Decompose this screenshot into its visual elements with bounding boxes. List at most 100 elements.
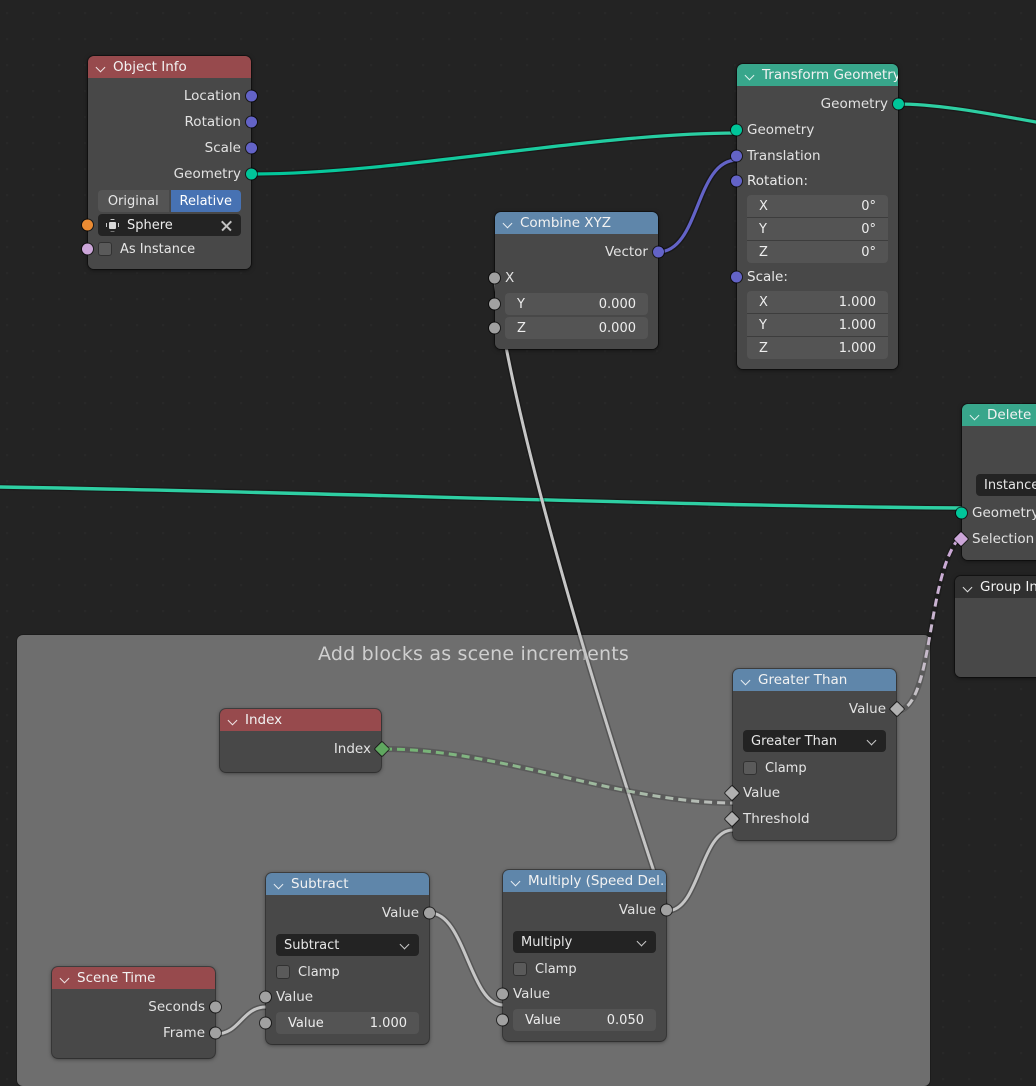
output-frame[interactable]: Frame	[52, 1020, 221, 1046]
node-combine-xyz-header[interactable]: Combine XYZ	[495, 212, 658, 234]
value-socket[interactable]	[260, 991, 271, 1003]
rotation-z-field[interactable]: Z 0°	[747, 240, 888, 263]
scale-vector-field[interactable]: X 1.000 Y 1.000 Z 1.000	[747, 291, 888, 359]
clamp-checkbox[interactable]	[743, 761, 757, 775]
node-subtract-header[interactable]: Subtract	[266, 873, 429, 895]
node-subtract[interactable]: Subtract Value Subtract Clamp Value Valu…	[260, 873, 435, 1044]
operation-dropdown[interactable]: Multiply	[513, 931, 656, 953]
operation-dropdown[interactable]: Greater Than	[743, 730, 886, 752]
vector-socket[interactable]	[731, 150, 742, 162]
input-value-a[interactable]: Value	[260, 984, 429, 1010]
node-group-input-header[interactable]: Group Inp	[955, 576, 1036, 598]
output-value[interactable]: Value	[733, 696, 905, 722]
node-multiply-header[interactable]: Multiply (Speed Del…	[503, 870, 666, 892]
vector-socket[interactable]	[246, 116, 257, 128]
input-scale[interactable]: Scale:	[731, 265, 898, 289]
value-socket[interactable]	[210, 1027, 221, 1039]
output-seconds[interactable]: Seconds	[52, 994, 221, 1020]
node-scene-time-header[interactable]: Scene Time	[52, 967, 215, 989]
output-index[interactable]: Index	[220, 736, 390, 762]
node-delete-geometry[interactable]: Delete Instance Geometry Selection	[953, 404, 1036, 560]
output-vector[interactable]: Vector	[495, 239, 664, 265]
vector-socket[interactable]	[653, 246, 664, 258]
input-geometry[interactable]: Geometry	[956, 500, 1036, 526]
rotation-y-field[interactable]: Y 0°	[747, 217, 888, 240]
node-combine-xyz[interactable]: Combine XYZ Vector X Y 0.000 Z 0.000	[489, 212, 664, 349]
vector-socket[interactable]	[246, 90, 257, 102]
output-value[interactable]: Value	[503, 897, 672, 923]
output-rotation[interactable]: Rotation	[88, 109, 257, 135]
object-selector-field[interactable]: Sphere	[82, 214, 241, 236]
node-transform-geometry[interactable]: Transform Geometry Geometry Geometry Tra…	[731, 64, 904, 369]
vector-socket[interactable]	[246, 142, 257, 154]
value-socket[interactable]	[210, 1001, 221, 1013]
value-socket[interactable]	[497, 988, 508, 1000]
as-instance-checkbox[interactable]	[98, 242, 112, 256]
operation-dropdown[interactable]: Subtract	[276, 934, 419, 956]
node-delete-geometry-header[interactable]: Delete	[962, 404, 1036, 426]
transform-space-toggle[interactable]: Original Relative	[98, 190, 241, 212]
collapse-chevron-icon[interactable]	[96, 62, 107, 73]
node-object-info[interactable]: Object Info Location Rotation Scale Geom…	[82, 56, 257, 269]
collapse-chevron-icon[interactable]	[274, 879, 285, 890]
node-scene-time[interactable]: Scene Time Seconds Frame	[52, 967, 221, 1058]
scale-y-field[interactable]: Y 1.000	[747, 313, 888, 336]
as-instance-checkbox-row[interactable]: As Instance	[82, 238, 241, 260]
vector-socket[interactable]	[731, 271, 742, 283]
input-selection[interactable]: Selection	[953, 526, 1036, 552]
input-rotation[interactable]: Rotation:	[731, 169, 898, 193]
input-y-field[interactable]: Y 0.000	[489, 293, 648, 315]
input-z-field[interactable]: Z 0.000	[489, 317, 648, 339]
value-socket[interactable]	[260, 1017, 271, 1029]
value-socket[interactable]	[489, 298, 500, 310]
toggle-relative[interactable]: Relative	[170, 190, 241, 212]
value-socket[interactable]	[497, 1014, 508, 1026]
clamp-checkbox[interactable]	[276, 965, 290, 979]
geometry-socket[interactable]	[956, 507, 967, 519]
rotation-x-field[interactable]: X 0°	[747, 195, 888, 217]
output-scale[interactable]: Scale	[88, 135, 257, 161]
output-value[interactable]: Value	[266, 900, 435, 926]
toggle-original[interactable]: Original	[98, 190, 169, 212]
clamp-checkbox-row[interactable]: Clamp	[743, 757, 886, 779]
node-object-info-header[interactable]: Object Info	[88, 56, 251, 78]
object-socket[interactable]	[82, 219, 93, 231]
input-value-a[interactable]: Value	[497, 981, 666, 1007]
output-geometry[interactable]: Geometry	[88, 161, 257, 187]
close-icon[interactable]	[220, 219, 233, 232]
input-geometry[interactable]: Geometry	[731, 117, 898, 143]
input-threshold[interactable]: Threshold	[724, 806, 896, 832]
collapse-chevron-icon[interactable]	[963, 582, 974, 593]
input-value-b-field[interactable]: Value 0.050	[497, 1009, 656, 1031]
node-index[interactable]: Index Index	[220, 709, 390, 772]
clamp-checkbox-row[interactable]: Clamp	[513, 958, 656, 980]
output-geometry[interactable]: Geometry	[737, 91, 904, 117]
input-value[interactable]: Value	[724, 780, 896, 806]
node-greater-than-header[interactable]: Greater Than	[733, 669, 896, 691]
value-socket[interactable]	[424, 907, 435, 919]
collapse-chevron-icon[interactable]	[970, 410, 981, 421]
node-transform-geometry-header[interactable]: Transform Geometry	[737, 64, 898, 86]
boolean-socket[interactable]	[82, 243, 93, 255]
clamp-checkbox[interactable]	[513, 962, 527, 976]
collapse-chevron-icon[interactable]	[60, 973, 71, 984]
node-multiply[interactable]: Multiply (Speed Del… Value Multiply Clam…	[497, 870, 672, 1041]
scale-z-field[interactable]: Z 1.000	[747, 336, 888, 359]
node-index-header[interactable]: Index	[220, 709, 381, 731]
value-socket[interactable]	[489, 272, 500, 284]
geometry-socket[interactable]	[893, 98, 904, 110]
value-socket[interactable]	[489, 322, 500, 334]
boolean-field-socket[interactable]	[953, 531, 969, 547]
scale-x-field[interactable]: X 1.000	[747, 291, 888, 313]
clamp-checkbox-row[interactable]: Clamp	[276, 961, 419, 983]
geometry-socket[interactable]	[731, 124, 742, 136]
geometry-node-editor-canvas[interactable]: Add blocks as scene increments Object In…	[0, 0, 1036, 1086]
node-greater-than[interactable]: Greater Than Value Greater Than Clamp Va…	[724, 669, 905, 840]
node-group-input[interactable]: Group Inp	[955, 576, 1036, 677]
vector-socket[interactable]	[731, 175, 742, 187]
rotation-vector-field[interactable]: X 0° Y 0° Z 0°	[747, 195, 888, 263]
input-value-b-field[interactable]: Value 1.000	[260, 1012, 419, 1034]
output-location[interactable]: Location	[88, 83, 257, 109]
collapse-chevron-icon[interactable]	[741, 675, 752, 686]
collapse-chevron-icon[interactable]	[511, 876, 522, 887]
